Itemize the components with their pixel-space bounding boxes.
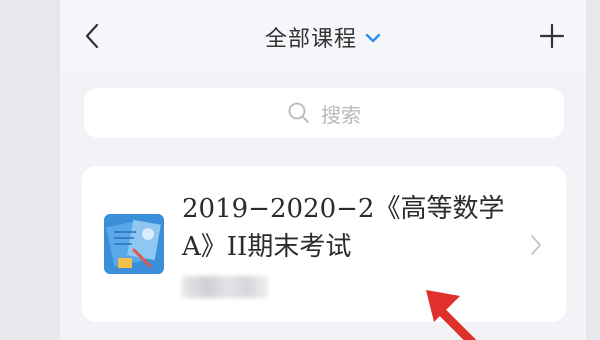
add-course-button[interactable] [538,22,566,50]
blurred-teacher-name [182,276,268,298]
course-filter-dropdown[interactable]: 全部课程 [60,20,586,54]
search-bar[interactable]: 搜索 [84,88,564,138]
search-placeholder: 搜索 [321,102,361,127]
course-card[interactable]: 2019−2020−2《高等数学A》II期末考试 [82,166,566,322]
chevron-right-icon [531,235,541,255]
app-screen: 全部课程 搜索 2019−2020−2《高等数学A》II期末考试 [60,0,586,340]
course-title: 2019−2020−2《高等数学A》II期末考试 [182,194,505,262]
plus-icon [539,23,565,49]
chevron-down-icon [365,33,381,43]
left-background [0,0,60,340]
right-background [586,0,600,340]
page-title: 全部课程 [264,27,357,52]
search-icon [288,102,309,123]
top-bar: 全部课程 [60,0,586,72]
open-course-arrow[interactable] [528,232,544,258]
course-cover-image [104,214,164,274]
